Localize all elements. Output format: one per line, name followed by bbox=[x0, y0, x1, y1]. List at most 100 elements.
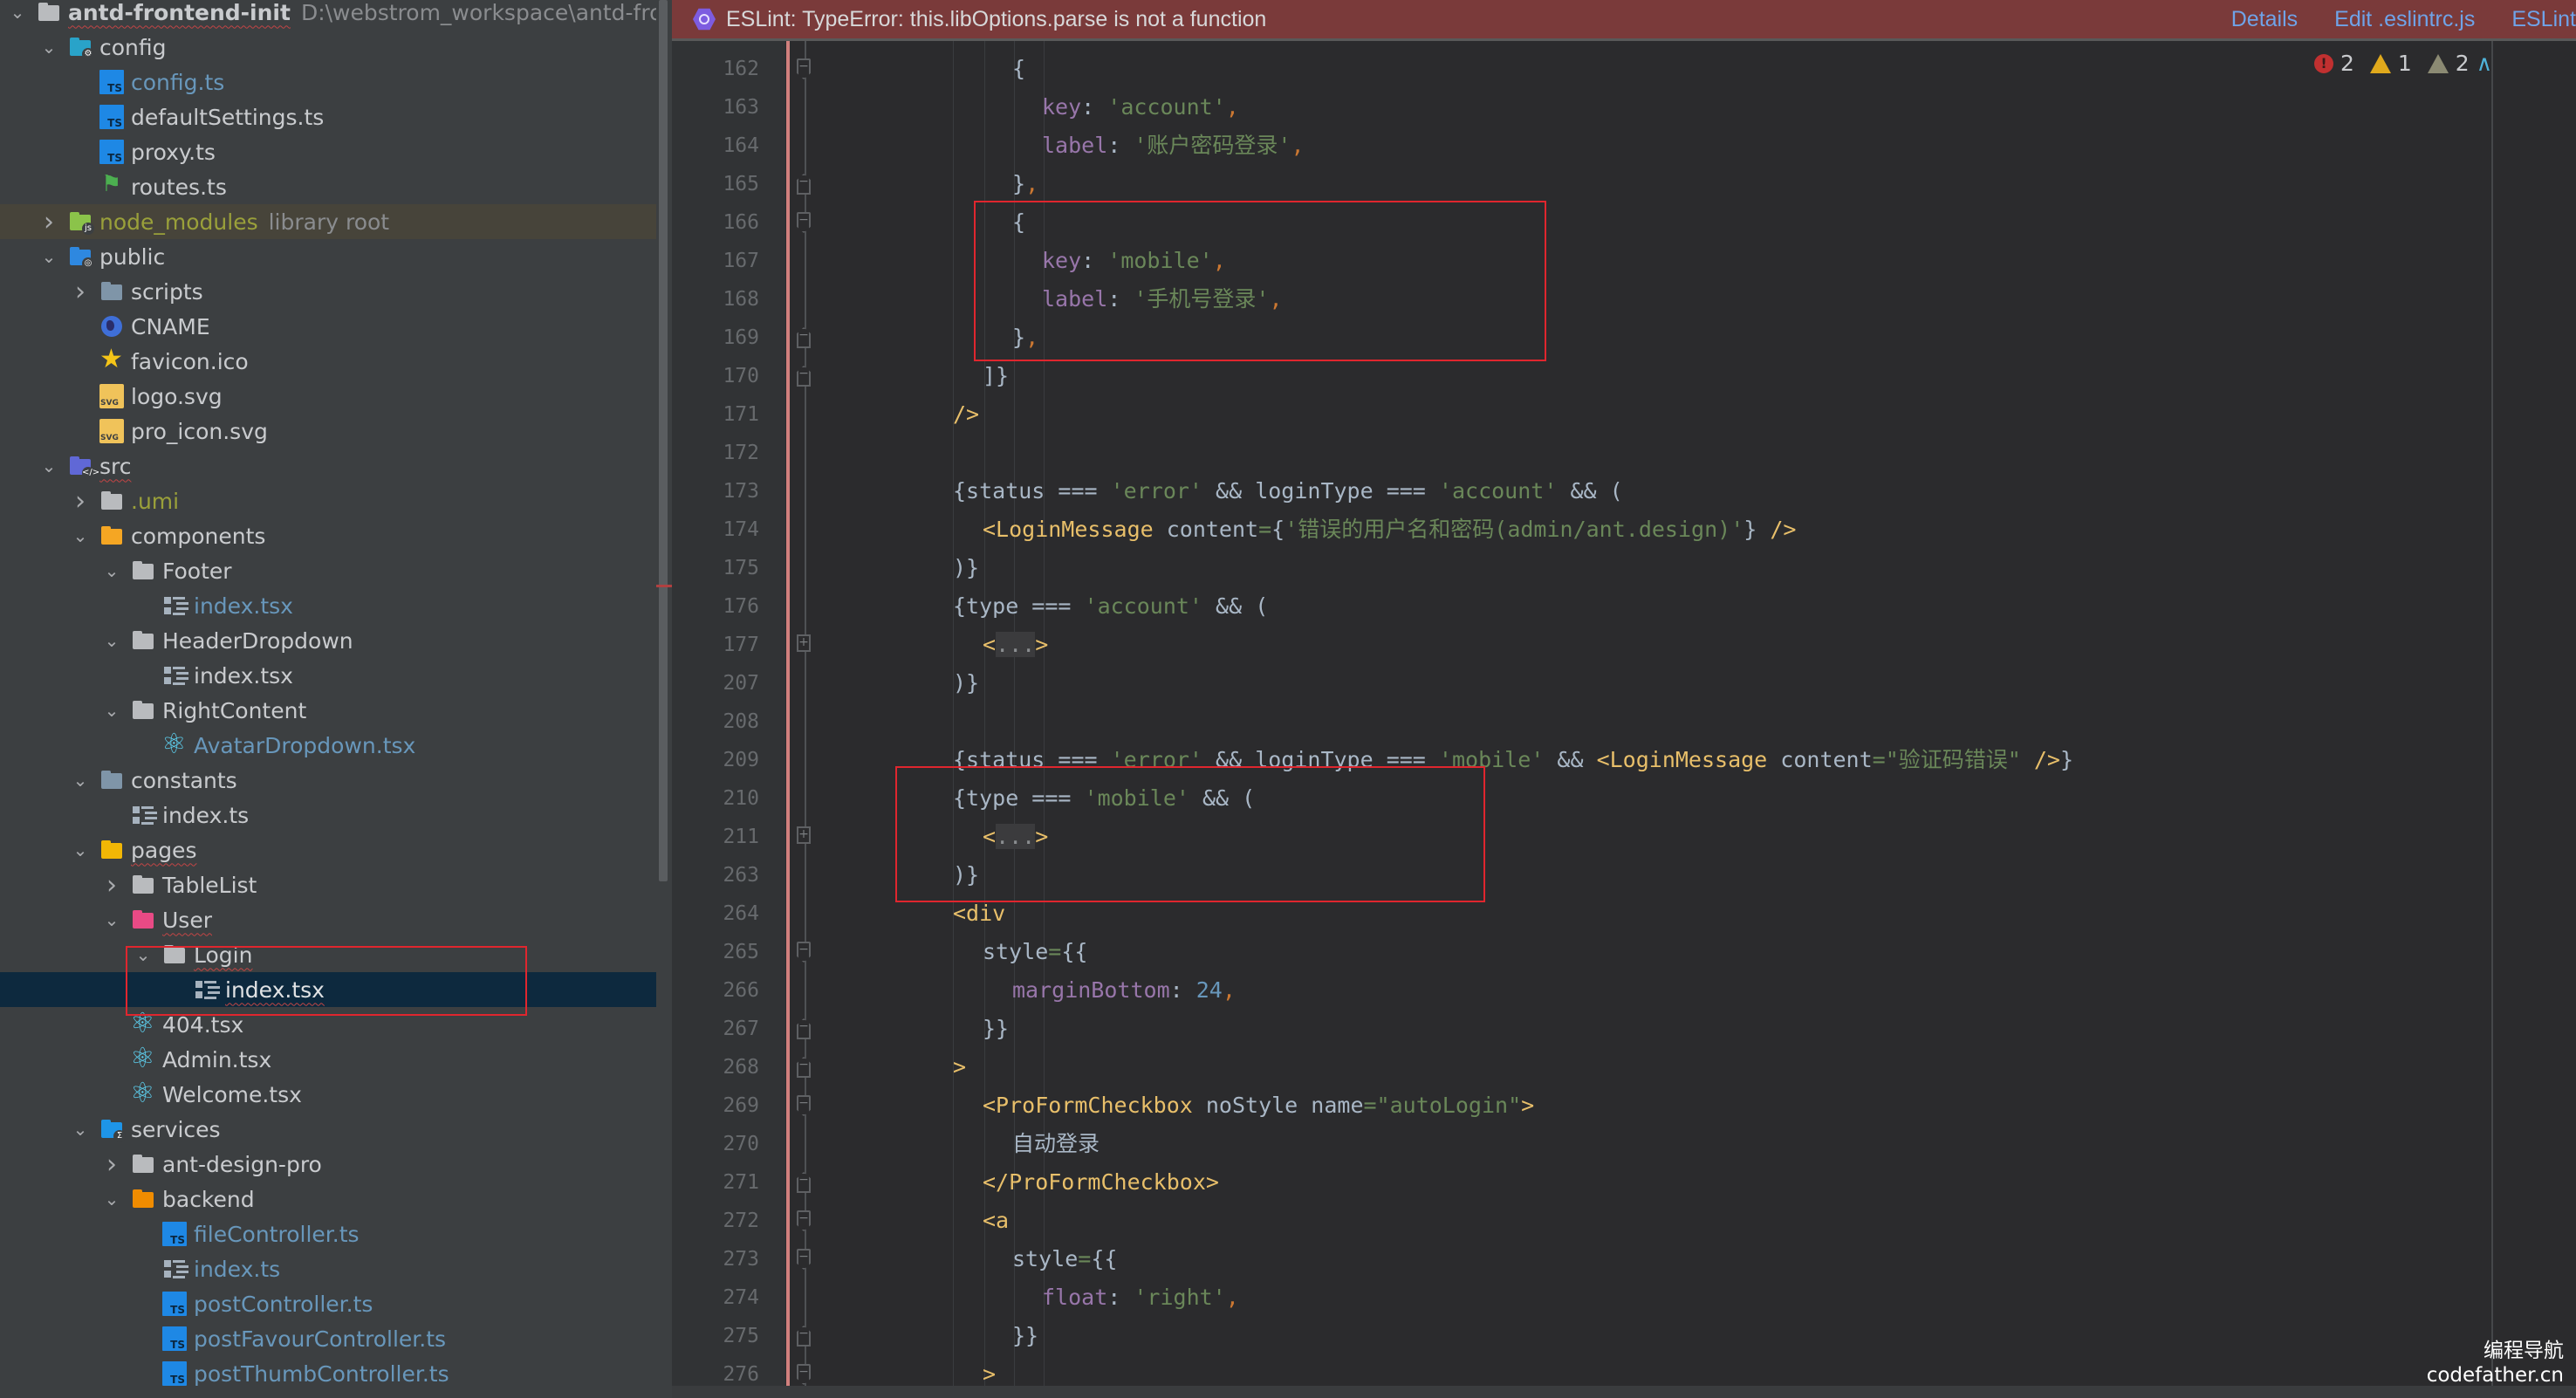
tree-item[interactable]: ⌄ Footer bbox=[0, 553, 656, 588]
chevron-down-icon[interactable]: ⌄ bbox=[101, 909, 122, 930]
tree-item[interactable]: › .umi bbox=[0, 483, 656, 518]
tree-item[interactable]: Welcome.tsx bbox=[0, 1076, 656, 1112]
tree-item[interactable]: › scripts bbox=[0, 274, 656, 309]
chevron-right-icon[interactable]: › bbox=[70, 486, 91, 517]
code-line[interactable]: <a bbox=[983, 1202, 1009, 1240]
inspection-widget[interactable]: ! 2 1 2 ∧ bbox=[2313, 51, 2492, 76]
tree-item[interactable]: ⌄ pages bbox=[0, 833, 656, 867]
chevron-down-icon[interactable]: ⌄ bbox=[70, 770, 91, 791]
code-line[interactable]: <...> bbox=[983, 818, 1048, 856]
tree-item[interactable]: routes.ts bbox=[0, 169, 656, 204]
folded-code-placeholder[interactable]: ... bbox=[996, 824, 1036, 849]
code-line[interactable]: }, bbox=[1012, 165, 1038, 203]
project-tree-scrollbar[interactable] bbox=[656, 0, 672, 1398]
tree-item[interactable]: index.ts bbox=[0, 1251, 656, 1286]
tree-item[interactable]: ⌄ Σservices bbox=[0, 1112, 656, 1147]
tree-item[interactable]: ⌄ constants bbox=[0, 763, 656, 798]
tree-item[interactable]: ⌄ Login bbox=[0, 937, 656, 972]
code-line[interactable]: marginBottom: 24, bbox=[1012, 971, 1236, 1010]
tree-item[interactable]: pro_icon.svg bbox=[0, 414, 656, 449]
tree-item[interactable]: › TableList bbox=[0, 867, 656, 902]
tree-item[interactable]: ⌄ backend bbox=[0, 1182, 656, 1216]
chevron-down-icon[interactable]: ⌄ bbox=[70, 839, 91, 860]
code-line[interactable]: ]} bbox=[983, 357, 1009, 395]
expand-inspections-icon[interactable]: ∧ bbox=[2477, 51, 2492, 76]
code-line[interactable]: <...> bbox=[983, 626, 1048, 664]
chevron-right-icon[interactable]: › bbox=[101, 870, 122, 901]
tree-item[interactable]: fileController.ts bbox=[0, 1216, 656, 1251]
chevron-down-icon[interactable]: ⌄ bbox=[101, 560, 122, 581]
code-line[interactable]: {status === 'error' && loginType === 'mo… bbox=[953, 741, 2073, 779]
eslint-settings-link[interactable]: ESLint bbox=[2511, 7, 2576, 32]
tree-item[interactable]: ⌄ RightContent bbox=[0, 693, 656, 728]
code-line[interactable]: float: 'right', bbox=[1042, 1278, 1239, 1317]
code-line[interactable]: {type === 'account' && ( bbox=[953, 587, 1268, 626]
chevron-down-icon[interactable]: ⌄ bbox=[101, 1189, 122, 1210]
tree-item[interactable]: index.tsx bbox=[0, 972, 656, 1007]
code-line[interactable]: {status === 'error' && loginType === 'ac… bbox=[953, 472, 1623, 511]
tree-item[interactable]: defaultSettings.ts bbox=[0, 99, 656, 134]
tree-item[interactable]: ⌄ </> src bbox=[0, 449, 656, 483]
chevron-down-icon[interactable]: ⌄ bbox=[38, 37, 59, 58]
code-line[interactable]: { bbox=[1012, 50, 1025, 88]
scrollbar-thumb[interactable] bbox=[659, 0, 668, 881]
chevron-down-icon[interactable]: ⌄ bbox=[101, 700, 122, 721]
tree-item[interactable]: favicon.ico bbox=[0, 344, 656, 379]
code-line[interactable]: key: 'mobile', bbox=[1042, 242, 1226, 280]
expand-fold-icon[interactable]: + bbox=[797, 826, 811, 844]
tree-item[interactable]: Admin.tsx bbox=[0, 1041, 656, 1077]
code-line[interactable]: > bbox=[953, 1048, 966, 1086]
tree-item[interactable]: ⌄ ◎ public bbox=[0, 239, 656, 274]
tree-item[interactable]: logo.svg bbox=[0, 379, 656, 414]
chevron-right-icon[interactable]: › bbox=[38, 207, 59, 237]
tree-item[interactable]: index.ts bbox=[0, 798, 656, 833]
tree-item[interactable]: › js node_modules library root bbox=[0, 204, 656, 239]
code-line[interactable]: 自动登录 bbox=[1012, 1125, 1100, 1163]
code-line[interactable]: )} bbox=[953, 664, 979, 702]
code-line[interactable]: > bbox=[983, 1355, 996, 1394]
code-line[interactable]: }} bbox=[983, 1010, 1009, 1048]
expand-fold-icon[interactable]: + bbox=[797, 634, 811, 652]
tree-item[interactable]: ⌄ ⚙ config bbox=[0, 30, 656, 65]
tree-item[interactable]: CNAME bbox=[0, 309, 656, 344]
code-line[interactable]: key: 'account', bbox=[1042, 88, 1239, 127]
tree-item[interactable]: ⌄ User bbox=[0, 902, 656, 937]
chevron-down-icon[interactable]: ⌄ bbox=[38, 456, 59, 476]
code-line[interactable]: </ProFormCheckbox> bbox=[983, 1163, 1219, 1202]
tree-item[interactable]: › ant-design-pro bbox=[0, 1147, 656, 1182]
code-line[interactable]: label: '手机号登录', bbox=[1042, 280, 1283, 319]
code-line[interactable]: style={{ bbox=[1012, 1240, 1117, 1278]
code-line[interactable]: <div bbox=[953, 894, 1005, 933]
chevron-down-icon[interactable]: ⌄ bbox=[101, 630, 122, 651]
code-line[interactable]: <LoginMessage content={'错误的用户名和密码(admin/… bbox=[983, 511, 1796, 549]
chevron-right-icon[interactable]: › bbox=[70, 277, 91, 307]
code-line[interactable]: )} bbox=[953, 549, 979, 587]
chevron-down-icon[interactable]: ⌄ bbox=[7, 2, 28, 23]
code-line[interactable]: /> bbox=[953, 395, 979, 434]
chevron-down-icon[interactable]: ⌄ bbox=[70, 1119, 91, 1140]
vcs-change-marker[interactable] bbox=[786, 41, 790, 1398]
tree-item[interactable]: postController.ts bbox=[0, 1286, 656, 1321]
tree-item[interactable]: index.tsx bbox=[0, 588, 656, 623]
folded-code-placeholder[interactable]: ... bbox=[996, 632, 1036, 657]
tree-item[interactable]: postFavourController.ts bbox=[0, 1321, 656, 1356]
chevron-down-icon[interactable]: ⌄ bbox=[70, 525, 91, 546]
tree-item[interactable]: ⌄ antd-frontend-init D:\webstrom_workspace… bbox=[0, 0, 656, 30]
chevron-down-icon[interactable]: ⌄ bbox=[133, 944, 154, 965]
code-line[interactable]: }} bbox=[1012, 1317, 1038, 1355]
code-line[interactable]: { bbox=[1012, 203, 1025, 242]
tree-item[interactable]: index.tsx bbox=[0, 658, 656, 693]
chevron-right-icon[interactable]: › bbox=[101, 1149, 122, 1180]
tree-item[interactable]: proxy.ts bbox=[0, 134, 656, 169]
tree-item[interactable]: config.ts bbox=[0, 65, 656, 99]
details-link[interactable]: Details bbox=[2231, 7, 2298, 32]
edit-eslintrc-link[interactable]: Edit .eslintrc.js bbox=[2334, 7, 2475, 32]
tree-item[interactable]: ⌄ HeaderDropdown bbox=[0, 623, 656, 658]
tree-item[interactable]: postThumbController.ts bbox=[0, 1356, 656, 1391]
code-line[interactable]: {type === 'mobile' && ( bbox=[953, 779, 1255, 818]
code-line[interactable]: <ProFormCheckbox noStyle name="autoLogin… bbox=[983, 1086, 1534, 1125]
code-line[interactable]: style={{ bbox=[983, 933, 1087, 971]
tree-item[interactable]: ⌄ components bbox=[0, 518, 656, 553]
editor-horizontal-scrollbar[interactable] bbox=[672, 1386, 2576, 1398]
tree-item[interactable]: 404.tsx bbox=[0, 1006, 656, 1042]
